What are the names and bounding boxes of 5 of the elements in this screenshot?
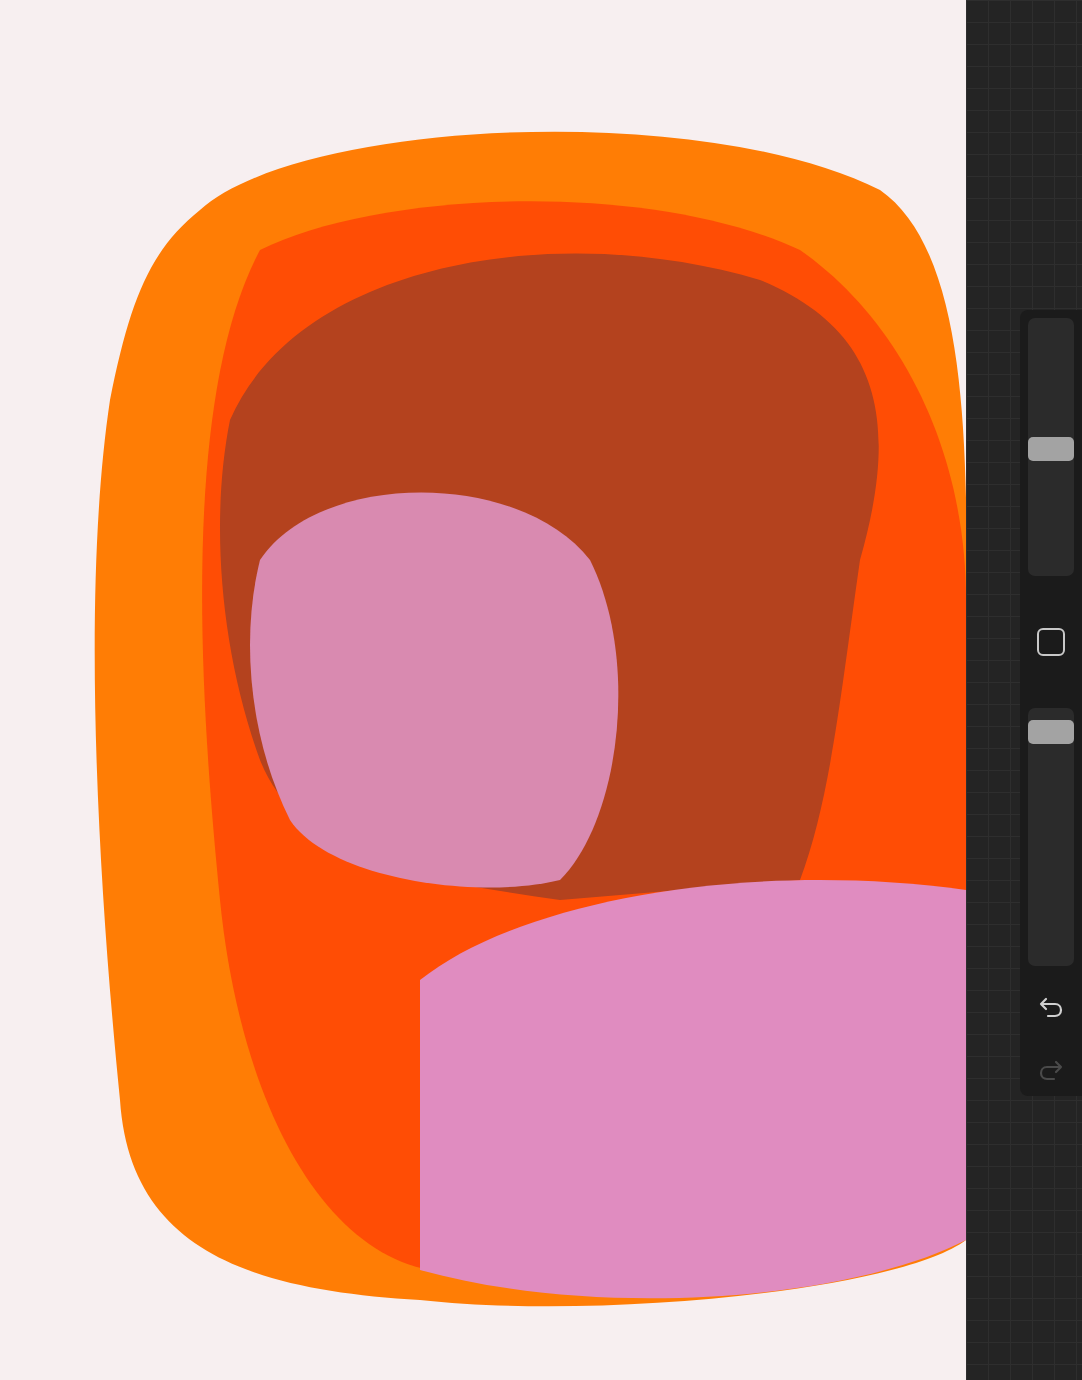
brush-size-slider[interactable] xyxy=(1028,318,1074,576)
opacity-slider[interactable] xyxy=(1028,708,1074,966)
modify-button[interactable] xyxy=(1037,628,1065,656)
slider-thumb[interactable] xyxy=(1028,437,1074,462)
slider-thumb[interactable] xyxy=(1028,719,1074,744)
